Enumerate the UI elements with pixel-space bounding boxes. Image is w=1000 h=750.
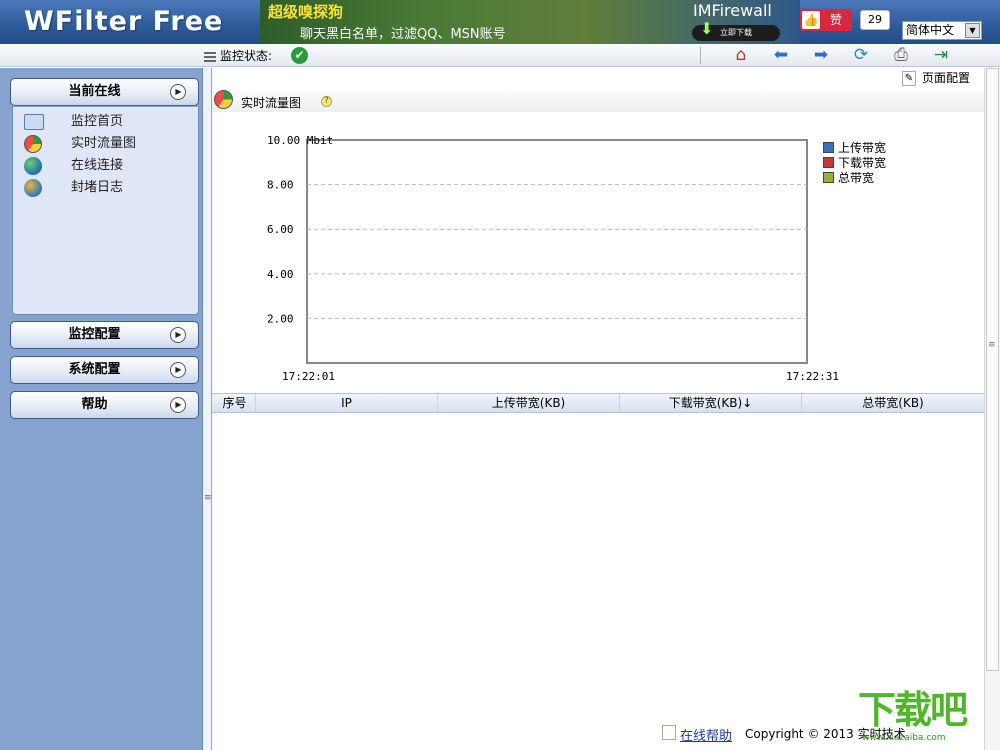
scrollbar-thumb[interactable] [986,68,999,671]
pie-chart-icon [214,90,233,109]
y-tick-label: 8.00 [267,179,294,192]
panel-help-label: 帮助 [81,397,108,412]
monitor-status: 监控状态: [204,47,272,64]
home-icon[interactable]: ⌂ [730,46,752,65]
panel-system-config-label: 系统配置 [68,362,121,377]
y-tick-label: 10.00 Mbit [267,134,333,147]
edit-page-icon [662,725,676,740]
header: WFilter Free 超级嗅探狗 聊天黑白名单，过滤QQ、MSN账号 IMF… [0,0,1000,44]
collapse-icon[interactable]: ▶ [170,84,186,100]
legend-swatch [823,142,834,153]
column-header-index[interactable]: 序号 [214,394,256,412]
page-config-link[interactable]: ✎ 页面配置 [901,69,970,86]
banner-download-button[interactable]: ⬇ 立即下载 [692,21,780,41]
plot-frame [306,139,808,364]
expand-icon[interactable]: ▶ [170,327,186,343]
panel-system-config[interactable]: 系统配置 ▶ [10,356,199,384]
banner-title: 超级嗅探狗 [268,3,344,21]
menu-lines-icon [204,51,216,62]
back-icon[interactable]: ⬅ [770,46,792,65]
column-header-download[interactable]: 下载带宽(KB)↓ [620,394,802,412]
log-globe-icon [24,179,42,197]
like-button[interactable]: 👍 赞 [800,9,852,31]
thumbs-up-icon: 👍 [802,11,820,29]
language-select[interactable]: 简体中文 ▼ [902,21,982,40]
chevron-down-icon[interactable]: ▼ [965,23,980,38]
legend-swatch [823,172,834,183]
panel-monitor-config[interactable]: 监控配置 ▶ [10,321,199,349]
watermark-logo: 下载吧 www.xiazaiba.com [858,688,968,743]
panel-online-label: 当前在线 [68,84,121,99]
expand-icon[interactable]: ▶ [170,397,186,413]
y-tick-label: 6.00 [267,223,294,236]
column-header-ip[interactable]: IP [256,394,438,412]
monitor-status-label: 监控状态: [220,49,273,63]
splitter-grip-icon[interactable]: ≡ [204,488,212,508]
legend-swatch [823,157,834,168]
help-icon[interactable]: ? [321,96,332,107]
like-count: 29 [860,10,890,30]
globe-icon [24,157,42,175]
app-window: WFilter Free 超级嗅探狗 聊天黑白名单，过滤QQ、MSN账号 IMF… [0,0,1000,750]
forward-icon[interactable]: ➡ [810,46,832,65]
banner-subtitle: 聊天黑白名单，过滤QQ、MSN账号 [300,27,506,42]
sidebar-splitter[interactable]: ≡ [203,68,212,750]
traffic-table-header: 序号 IP 上传带宽(KB) 下载带宽(KB)↓ 总带宽(KB) [212,393,984,413]
refresh-icon[interactable]: ⟳ [850,46,872,65]
language-value: 简体中文 [906,23,955,37]
panel-help[interactable]: 帮助 ▶ [10,391,199,419]
print-icon[interactable]: ⎙ [890,46,912,65]
traffic-chart: 10.00 Mbit 8.00 6.00 4.00 2.00 17:22:01 17:22:… [212,112,984,391]
edit-page-icon: ✎ [901,71,916,86]
like-label: 赞 [830,13,843,27]
monitor-icon [24,114,44,130]
chart-titlebar: 实时流量图 ? [212,88,984,112]
column-header-upload[interactable]: 上传带宽(KB) [438,394,620,412]
check-circle-icon: ✔ [291,47,308,64]
x-tick-label: 17:22:01 [282,370,335,383]
pie-chart-icon [24,135,42,153]
online-help-link[interactable]: 在线帮助 [680,725,732,744]
column-header-total[interactable]: 总带宽(KB) [802,394,984,412]
ad-banner[interactable]: 超级嗅探狗 聊天黑白名单，过滤QQ、MSN账号 IMFirewall ⬇ 立即下载 [260,0,800,44]
vertical-scrollbar[interactable]: ≡ [984,68,1000,750]
y-tick-label: 4.00 [267,268,294,281]
scrollbar-grip-icon[interactable]: ≡ [988,340,996,350]
main-content: ✎ 页面配置 实时流量图 ? 10.00 Mbit 8.00 6.00 4.00 2.00… [212,68,984,750]
panel-monitor-config-label: 监控配置 [68,327,121,342]
x-tick-label: 17:22:31 [786,370,839,383]
banner-product: IMFirewall [693,1,772,20]
app-logo: WFilter Free [24,6,224,37]
download-arrow-icon: ⬇ [700,19,714,38]
page-title: 实时流量图 [241,96,302,110]
panel-online[interactable]: 当前在线 ▶ [10,78,199,106]
toolbar-divider [700,47,701,64]
toolbar: 监控状态: ✔ ⌂ ⬅ ➡ ⟳ ⎙ ⇥ [0,44,1000,67]
expand-icon[interactable]: ▶ [170,362,186,378]
y-tick-label: 2.00 [267,312,294,325]
exit-icon[interactable]: ⇥ [930,46,952,65]
